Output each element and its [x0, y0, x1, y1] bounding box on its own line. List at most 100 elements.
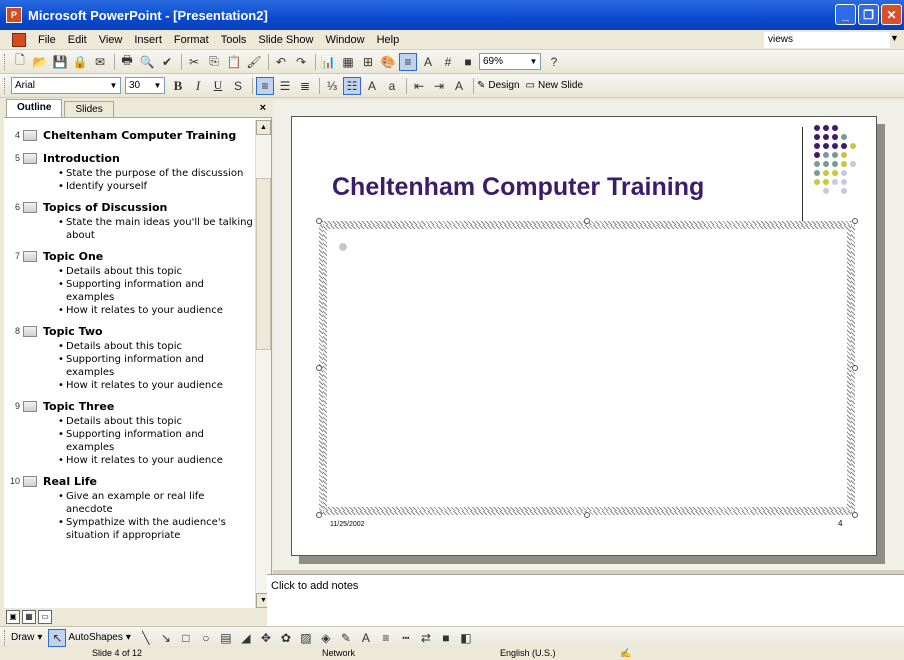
outline-bullet[interactable]: How it relates to your audience	[58, 304, 254, 317]
ask-question-dropdown-icon[interactable]: ▼	[890, 33, 899, 43]
font-dropdown-icon[interactable]: ▼	[108, 79, 119, 92]
outline-list[interactable]: 4 Cheltenham Computer Training 5 Introducti…	[4, 120, 254, 608]
slide-icon[interactable]	[23, 475, 37, 487]
outline-slide-header[interactable]: 9 Topic Three	[4, 397, 254, 415]
decrease-indent-icon[interactable]: ⇤	[410, 77, 428, 95]
print-preview-icon[interactable]: 🔍	[138, 53, 156, 71]
outline-slide-header[interactable]: 8 Topic Two	[4, 322, 254, 340]
outline-slide-title[interactable]: Real Life	[43, 475, 97, 488]
oval-icon[interactable]: ○	[197, 629, 215, 647]
outline-slide-title[interactable]: Topic Three	[43, 400, 114, 413]
line-icon[interactable]: ╲	[137, 629, 155, 647]
powerpoint-app-icon[interactable]: P	[6, 7, 22, 23]
dash-style-icon[interactable]: ┅	[397, 629, 415, 647]
clipart-icon[interactable]: ✿	[277, 629, 295, 647]
slide-icon[interactable]	[23, 201, 37, 213]
diagram-icon[interactable]: ✥	[257, 629, 275, 647]
slide-icon[interactable]	[23, 325, 37, 337]
outline-slide-entry[interactable]: 4 Cheltenham Computer Training	[4, 126, 254, 144]
show-grid-icon[interactable]: #	[439, 53, 457, 71]
new-slide-button[interactable]: ▭ New Slide	[526, 80, 583, 91]
outline-bullet[interactable]: Details about this topic	[58, 415, 254, 428]
menu-help[interactable]: Help	[371, 34, 406, 46]
outline-slide-entry[interactable]: 9 Topic Three Details about this topicSupp…	[4, 397, 254, 468]
line-style-icon[interactable]: ≡	[377, 629, 395, 647]
outline-bullet[interactable]: Details about this topic	[58, 340, 254, 353]
outline-slide-entry[interactable]: 8 Topic Two Details about this topicSuppor…	[4, 322, 254, 393]
tab-outline[interactable]: Outline	[6, 99, 63, 117]
slide-sorter-view-icon[interactable]: ▦	[22, 610, 36, 624]
toolbar-grip[interactable]	[4, 77, 7, 94]
outline-slide-title[interactable]: Topic Two	[43, 325, 103, 338]
outline-bullet[interactable]: Supporting information and examples	[58, 278, 254, 304]
menu-window[interactable]: Window	[319, 34, 370, 46]
insert-clipart-icon[interactable]: 🎨	[379, 53, 397, 71]
scroll-up-icon[interactable]: ▲	[256, 120, 271, 135]
resize-handle-left[interactable]	[316, 365, 322, 371]
shadow-style-icon[interactable]: ■	[437, 629, 455, 647]
insert-table-icon[interactable]: ▦	[339, 53, 357, 71]
outline-bullet[interactable]: Identify yourself	[58, 180, 254, 193]
slide-icon[interactable]	[23, 129, 37, 141]
bold-icon[interactable]: B	[169, 77, 187, 95]
zoom-select[interactable]: 69% ▼	[479, 53, 541, 70]
new-document-icon[interactable]: 🗋	[11, 53, 29, 71]
outline-slide-title[interactable]: Introduction	[43, 152, 120, 165]
resize-handle-top-right[interactable]	[852, 218, 858, 224]
outline-bullet[interactable]: Sympathize with the audience's situation…	[58, 516, 254, 542]
rectangle-icon[interactable]: □	[177, 629, 195, 647]
resize-handle-top-left[interactable]	[316, 218, 322, 224]
menu-format[interactable]: Format	[168, 34, 215, 46]
numbering-icon[interactable]: ⅓	[323, 77, 341, 95]
align-center-icon[interactable]: ☰	[276, 77, 294, 95]
bullets-icon[interactable]: ☷	[343, 76, 361, 95]
font-name-select[interactable]: Arial ▼	[11, 77, 121, 94]
permission-icon[interactable]: 🔒	[71, 53, 89, 71]
increase-font-icon[interactable]: A	[363, 77, 381, 95]
slideshow-view-icon[interactable]: ▭	[38, 610, 52, 624]
picture-icon[interactable]: ▨	[297, 629, 315, 647]
content-placeholder-body[interactable]	[327, 229, 847, 507]
resize-handle-bottom[interactable]	[584, 512, 590, 518]
font-color-draw-icon[interactable]: A	[357, 629, 375, 647]
outline-scrollbar[interactable]: ▲ ▼	[255, 120, 271, 608]
slide-icon[interactable]	[23, 400, 37, 412]
toolbar-grip[interactable]	[4, 629, 7, 646]
normal-view-icon[interactable]: ▣	[6, 610, 20, 624]
font-color-icon[interactable]: A	[450, 77, 468, 95]
outline-slide-header[interactable]: 7 Topic One	[4, 247, 254, 265]
outline-slide-entry[interactable]: 10 Real Life Give an example or real life …	[4, 472, 254, 542]
outline-slide-header[interactable]: 5 Introduction	[4, 149, 254, 167]
spelling-icon[interactable]: ✔	[158, 53, 176, 71]
outline-bullet[interactable]: How it relates to your audience	[58, 454, 254, 467]
outline-bullet[interactable]: Supporting information and examples	[58, 428, 254, 454]
spelling-status-icon[interactable]: ✍	[620, 648, 631, 659]
close-pane-icon[interactable]: ×	[260, 102, 266, 114]
show-formatting-icon[interactable]: A	[419, 53, 437, 71]
menu-slide-show[interactable]: Slide Show	[252, 34, 319, 46]
outline-slide-header[interactable]: 4 Cheltenham Computer Training	[4, 126, 254, 144]
format-painter-icon[interactable]: 🖌	[245, 53, 263, 71]
toolbar-grip[interactable]	[4, 53, 7, 70]
document-icon[interactable]	[12, 32, 26, 47]
outline-slide-entry[interactable]: 5 Introduction State the purpose of the di…	[4, 149, 254, 194]
copy-icon[interactable]: ⎘	[205, 53, 223, 71]
insert-chart-icon[interactable]: 📊	[319, 53, 337, 71]
undo-icon[interactable]: ↶	[272, 53, 290, 71]
restore-button[interactable]: ❐	[858, 4, 879, 25]
align-left-icon[interactable]: ≡	[256, 76, 274, 95]
menu-view[interactable]: View	[93, 34, 129, 46]
print-icon[interactable]: 🖶	[118, 53, 136, 71]
expand-all-icon[interactable]: ≡	[399, 52, 417, 71]
paste-icon[interactable]: 📋	[225, 53, 243, 71]
menu-file[interactable]: File	[32, 34, 62, 46]
outline-bullet[interactable]: State the main ideas you'll be talking a…	[58, 216, 254, 242]
resize-handle-top[interactable]	[584, 218, 590, 224]
outline-bullet[interactable]: How it relates to your audience	[58, 379, 254, 392]
menu-edit[interactable]: Edit	[62, 34, 93, 46]
arrow-style-icon[interactable]: ⇄	[417, 629, 435, 647]
open-folder-icon[interactable]: 📂	[31, 53, 49, 71]
autoshapes-menu-button[interactable]: AutoShapes ▾	[68, 632, 131, 643]
textbox-icon[interactable]: ▤	[217, 629, 235, 647]
outline-slide-header[interactable]: 6 Topics of Discussion	[4, 198, 254, 216]
